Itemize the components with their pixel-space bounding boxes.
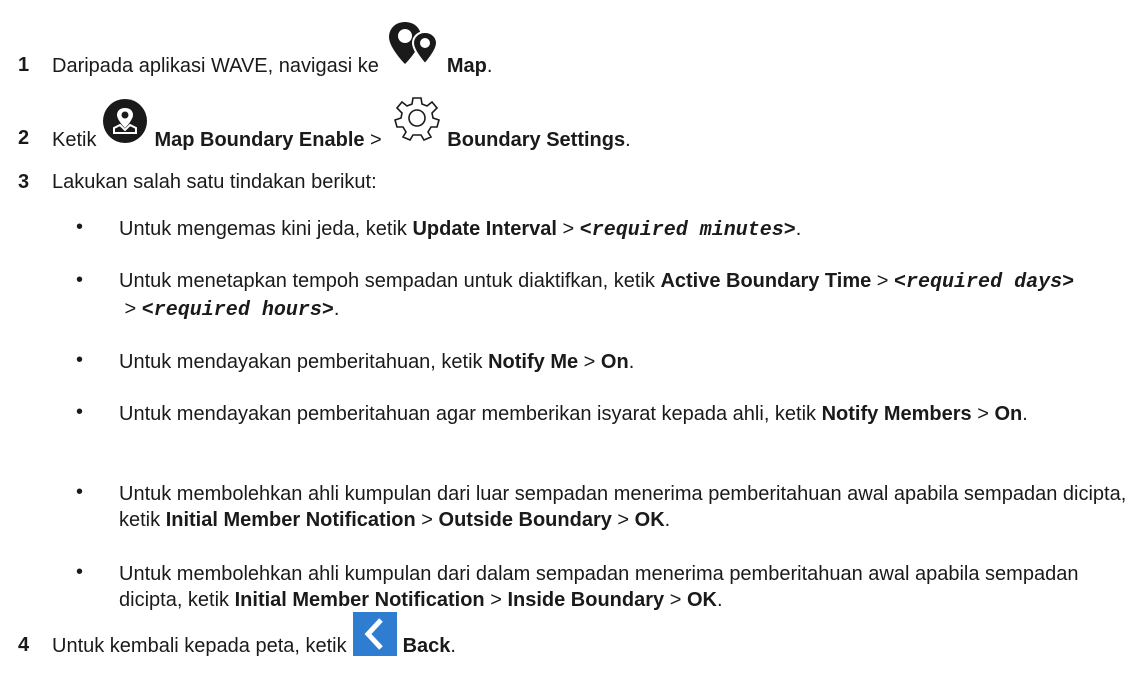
step-text: Ketik — [52, 129, 97, 151]
map-boundary-enable-label: Map Boundary Enable — [154, 129, 365, 151]
map-pins-icon — [385, 18, 441, 70]
step-text: Lakukan salah satu tindakan berikut: — [52, 171, 377, 193]
step-number: 4 — [18, 634, 30, 656]
step-text: Untuk kembali kepada peta, ketik — [52, 635, 347, 657]
step-text: Daripada aplikasi WAVE, navigasi ke — [52, 55, 379, 77]
map-boundary-icon — [102, 98, 148, 144]
step-number: 1 — [18, 54, 30, 76]
step-number: 2 — [18, 127, 30, 149]
back-label: Back — [402, 635, 451, 657]
step-number: 3 — [18, 171, 30, 193]
back-icon — [352, 612, 397, 656]
gear-icon — [393, 94, 441, 142]
boundary-settings-label: Boundary Settings — [447, 129, 626, 151]
map-label: Map — [446, 55, 487, 77]
